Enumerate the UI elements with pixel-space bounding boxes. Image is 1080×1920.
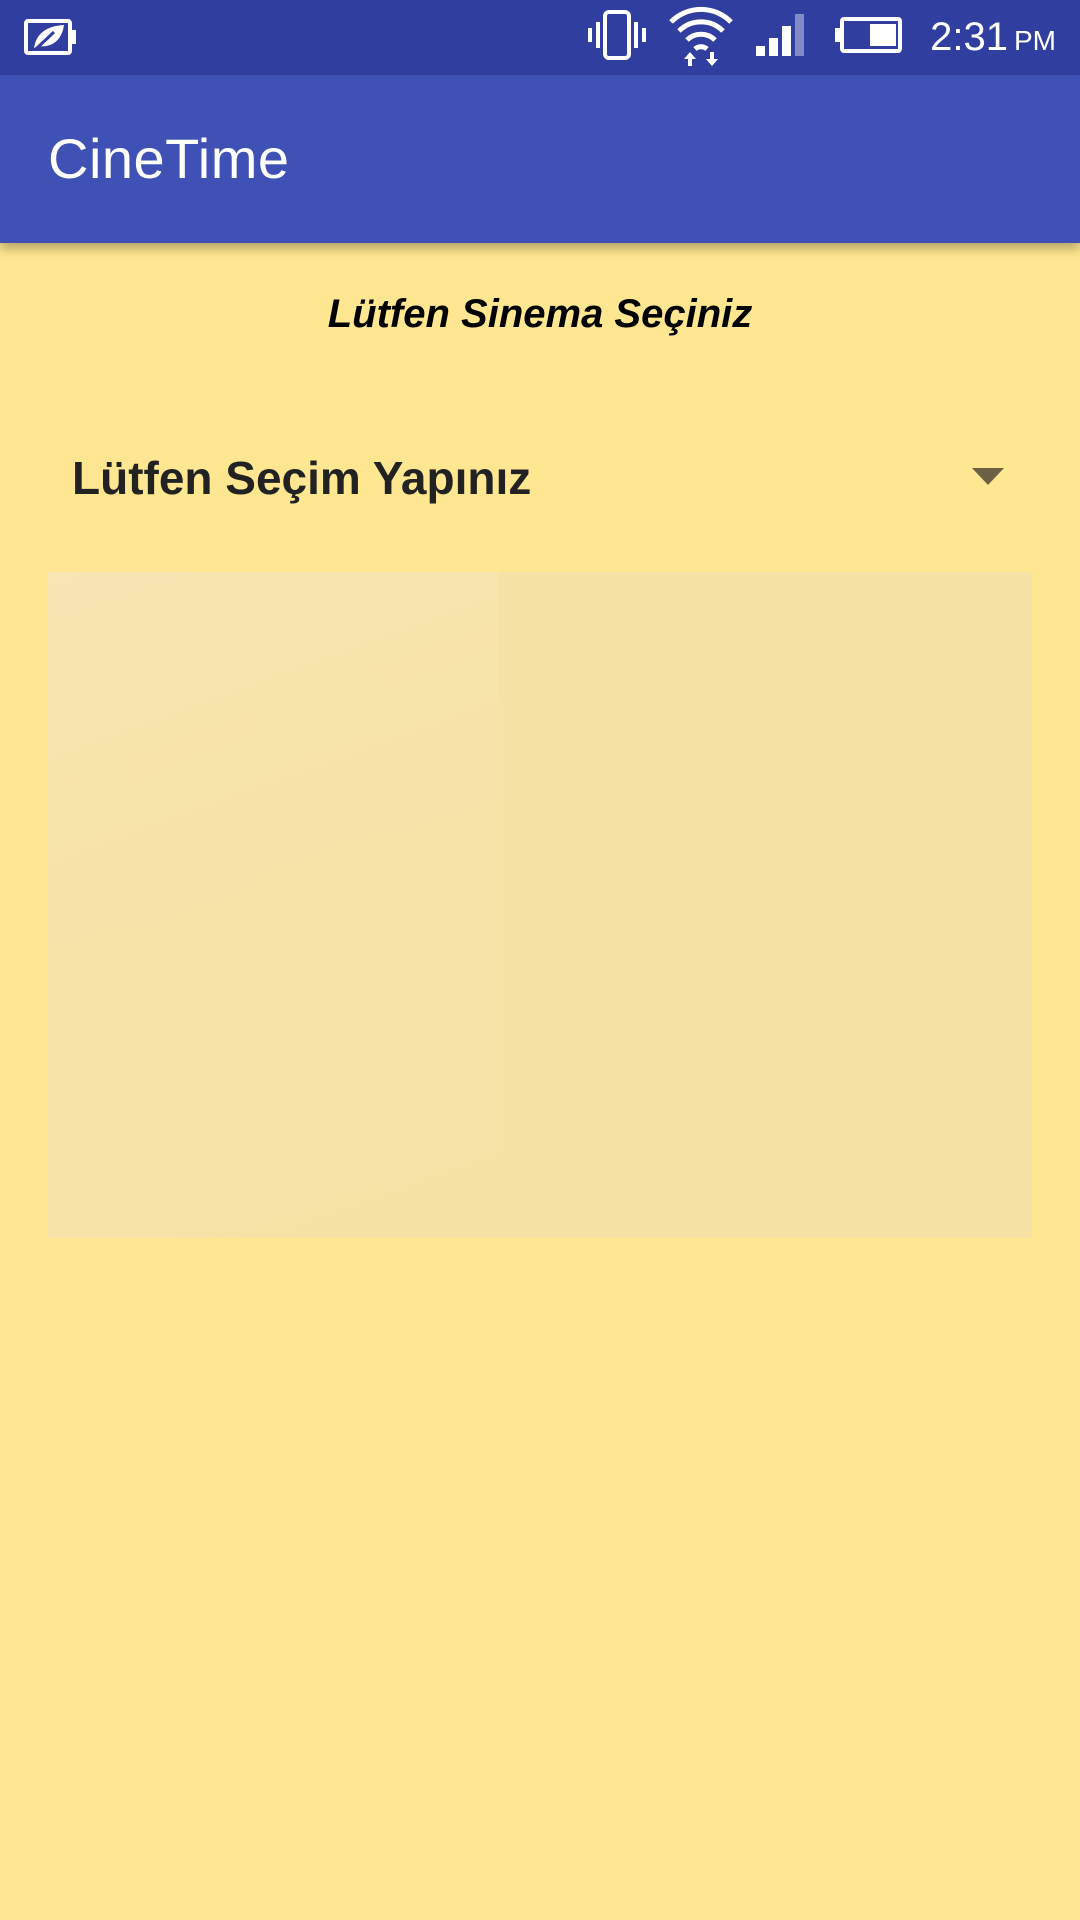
panel-left-region [48, 572, 498, 1238]
clock-ampm: PM [1014, 25, 1056, 56]
clock: 2:31 PM [930, 15, 1056, 60]
dropdown-arrow-icon [972, 468, 1004, 485]
clock-time: 2:31 [930, 15, 1008, 59]
app-bar: CineTime [0, 75, 1080, 243]
spinner-selected-value: Lütfen Seçim Yapınız [72, 452, 532, 504]
select-cinema-prompt: Lütfen Sinema Seçiniz [327, 292, 753, 336]
battery-saver-leaf-icon [24, 16, 84, 58]
wifi-icon [668, 4, 734, 71]
app-title: CineTime [48, 127, 290, 190]
content-panel [48, 572, 1032, 1238]
cinema-spinner[interactable]: Lütfen Seçim Yapınız [48, 432, 1032, 524]
status-bar: 2:31 PM [0, 0, 1080, 75]
vibrate-icon [588, 10, 647, 65]
battery-icon [834, 16, 904, 59]
signal-icon [756, 12, 812, 63]
